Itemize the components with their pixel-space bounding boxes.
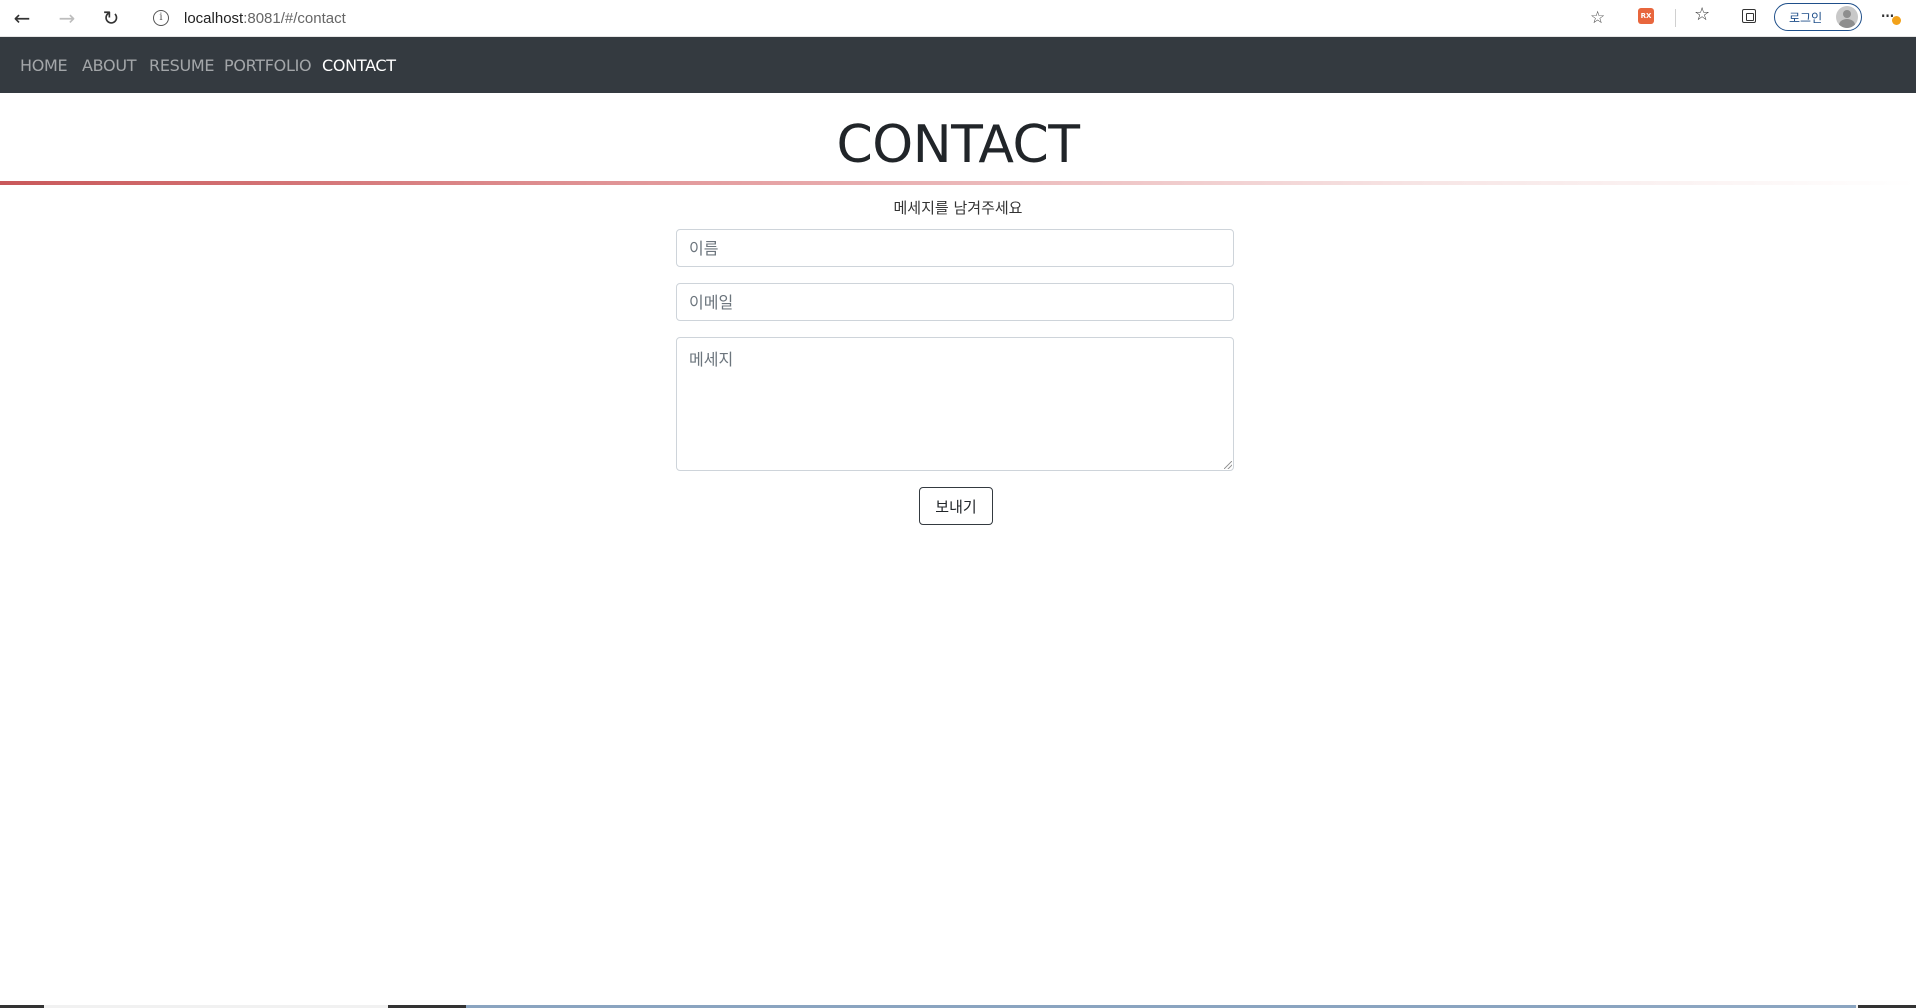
add-favorite-icon[interactable]: ☆ bbox=[1590, 8, 1605, 28]
info-icon[interactable]: i bbox=[153, 10, 169, 26]
back-arrow-icon[interactable]: ← bbox=[9, 5, 35, 31]
extension-icon[interactable]: RX bbox=[1638, 8, 1654, 24]
page-title: CONTACT bbox=[836, 115, 1080, 175]
nav-item-about[interactable]: ABOUT bbox=[82, 56, 137, 75]
favorites-icon[interactable]: ☆ bbox=[1694, 4, 1710, 25]
browser-toolbar: ← → ↻ i localhost:8081/#/contact ☆ RX ☆ … bbox=[0, 0, 1916, 37]
site-navbar: HOME ABOUT RESUME PORTFOLIO CONTACT bbox=[0, 37, 1916, 93]
page-subtitle: 메세지를 남겨주세요 bbox=[893, 199, 1023, 217]
collections-icon[interactable] bbox=[1742, 9, 1756, 23]
forward-arrow-icon[interactable]: → bbox=[54, 5, 80, 31]
refresh-icon[interactable]: ↻ bbox=[98, 5, 124, 31]
avatar-icon bbox=[1836, 6, 1858, 28]
message-textarea[interactable] bbox=[676, 337, 1234, 471]
title-divider bbox=[0, 181, 1916, 185]
update-badge-icon bbox=[1892, 16, 1901, 25]
profile-label: 로그인 bbox=[1789, 10, 1823, 25]
toolbar-divider bbox=[1675, 9, 1676, 27]
address-bar[interactable]: i localhost:8081/#/contact ☆ bbox=[139, 3, 1619, 33]
name-input[interactable] bbox=[676, 229, 1234, 267]
more-menu-icon[interactable]: ··· bbox=[1880, 4, 1895, 28]
send-button[interactable]: 보내기 bbox=[919, 487, 993, 525]
url-text[interactable]: localhost:8081/#/contact bbox=[184, 10, 346, 27]
email-input[interactable] bbox=[676, 283, 1234, 321]
nav-item-portfolio[interactable]: PORTFOLIO bbox=[224, 56, 312, 75]
profile-button[interactable]: 로그인 bbox=[1774, 3, 1862, 31]
url-host: localhost bbox=[184, 10, 244, 27]
nav-item-resume[interactable]: RESUME bbox=[149, 56, 215, 75]
url-path: :8081/#/contact bbox=[243, 10, 346, 27]
resize-handle-icon[interactable] bbox=[1224, 461, 1232, 469]
nav-item-contact[interactable]: CONTACT bbox=[322, 56, 396, 75]
nav-item-home[interactable]: HOME bbox=[20, 56, 68, 75]
